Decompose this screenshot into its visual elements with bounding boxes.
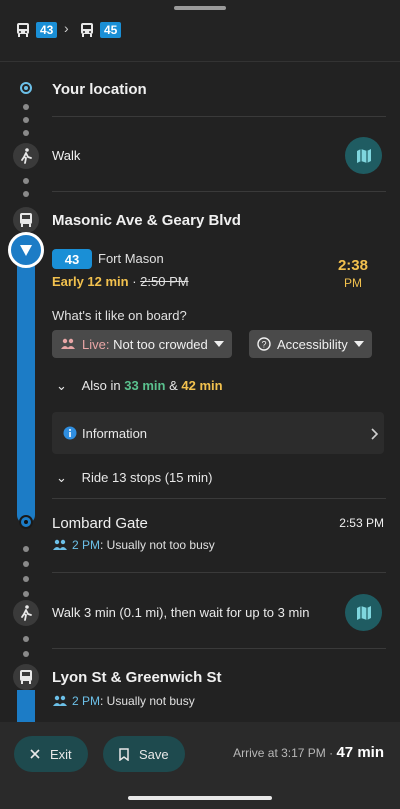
walk-step-label: Walk: [52, 148, 81, 163]
timeline-dot: [23, 651, 29, 657]
walk-icon: [13, 600, 39, 626]
also-first-time: 33 min: [124, 378, 166, 393]
crowd-time: 2 PM: [72, 538, 101, 552]
timeline-dot: [23, 546, 29, 552]
bookmark-icon: [119, 747, 129, 761]
drag-handle[interactable]: [174, 6, 226, 10]
onboard-question: What's it like on board?: [52, 308, 187, 323]
also-departures-toggle[interactable]: ⌄ Also in 33 min & 42 min: [56, 378, 223, 394]
close-icon: [30, 749, 40, 759]
exit-label: Exit: [50, 746, 72, 762]
timeline-dot: [23, 591, 29, 597]
schedule-status: Early 12 min · 2:50 PM: [52, 274, 189, 289]
ride-stops-toggle[interactable]: ⌄ Ride 13 stops (15 min): [56, 470, 212, 486]
start-location-marker: [20, 82, 32, 94]
departure-ampm: PM: [344, 276, 362, 290]
early-indicator: Early 12 min: [52, 274, 129, 289]
crowd-time: 2 PM: [72, 694, 101, 708]
destination-label: Fort Mason: [98, 251, 164, 266]
home-indicator[interactable]: [128, 796, 272, 800]
ride-label: Ride 13 stops (15 min): [81, 470, 213, 485]
route-chip-43: 43: [36, 22, 58, 38]
crowd-text: : Usually not busy: [100, 694, 195, 708]
departure-time: 2:38: [337, 257, 368, 274]
chevron-right-icon: [371, 428, 379, 440]
board-stop-name: Masonic Ave & Geary Blvd: [52, 212, 241, 229]
live-label: Live:: [82, 336, 110, 352]
bus-icon: [81, 23, 93, 37]
map-button[interactable]: [345, 137, 382, 174]
arrival-summary: Arrive at 3:17 PM · 47 min: [233, 744, 384, 761]
trip-duration: 47 min: [336, 744, 384, 761]
timeline-dot: [23, 191, 29, 197]
crowd-text: : Usually not too busy: [100, 538, 215, 552]
itinerary-sheet[interactable]: Your location Walk Masonic Ave & Geary B…: [0, 62, 400, 782]
ride-segment-bar: [17, 248, 35, 524]
bus-icon: [13, 207, 39, 233]
divider: [52, 648, 386, 649]
scheduled-time: 2:50 PM: [140, 274, 189, 289]
chevron-right-icon: ›: [64, 20, 69, 36]
current-position-arrow-icon: [8, 232, 44, 268]
live-value: Not too crowded: [113, 336, 208, 352]
chevron-down-icon: ⌄: [56, 470, 67, 485]
exit-button[interactable]: Exit: [14, 736, 88, 772]
people-icon: [53, 539, 67, 550]
route-badge-43: 43: [52, 249, 92, 269]
walk-icon: [13, 143, 39, 169]
divider: [52, 116, 386, 117]
save-button[interactable]: Save: [103, 736, 185, 772]
map-button[interactable]: [345, 594, 382, 631]
chevron-down-icon: ⌄: [56, 378, 67, 393]
walk-transfer-label: Walk 3 min (0.1 mi), then wait for up to…: [52, 605, 310, 620]
timeline-dot: [23, 561, 29, 567]
crowding-dropdown[interactable]: Live: Not too crowded: [52, 330, 232, 358]
alight-stop-marker: [19, 515, 33, 529]
svg-text:?: ?: [261, 340, 266, 350]
also-prefix: Also in: [81, 378, 121, 393]
save-label: Save: [139, 746, 169, 762]
divider: [52, 572, 386, 573]
accessibility-label: Accessibility: [277, 336, 348, 352]
timeline-dot: [23, 104, 29, 110]
timeline-dot: [23, 576, 29, 582]
info-icon: [63, 426, 77, 440]
bus-icon: [17, 23, 29, 37]
map-icon: [356, 148, 371, 163]
separator: ·: [128, 274, 141, 289]
divider: [52, 498, 386, 499]
timeline-dot: [23, 636, 29, 642]
route-chip-45: 45: [100, 22, 122, 38]
next-crowd-info: 2 PM: Usually not busy: [52, 694, 195, 708]
timeline-dot: [23, 117, 29, 123]
people-icon: [61, 338, 75, 349]
bus-icon: [13, 664, 39, 690]
map-icon: [356, 605, 371, 620]
alight-time: 2:53 PM: [339, 516, 384, 530]
caret-down-icon: [213, 341, 224, 347]
also-and: &: [169, 378, 178, 393]
accessibility-dropdown[interactable]: ? Accessibility: [249, 330, 372, 358]
help-circle-icon: ?: [257, 337, 271, 351]
information-label: Information: [82, 426, 148, 441]
alight-crowd-info: 2 PM: Usually not too busy: [52, 538, 215, 552]
arrive-text: Arrive at 3:17 PM ·: [233, 746, 334, 760]
people-icon: [53, 695, 67, 706]
route-summary-strip: 43 › 45: [0, 0, 400, 62]
alight-stop-name: Lombard Gate: [52, 515, 148, 532]
timeline-dot: [23, 130, 29, 136]
start-location-label: Your location: [52, 81, 147, 98]
timeline-dot: [23, 178, 29, 184]
also-second-time: 42 min: [181, 378, 223, 393]
next-stop-name: Lyon St & Greenwich St: [52, 669, 222, 686]
divider: [52, 191, 386, 192]
caret-down-icon: [353, 341, 364, 347]
